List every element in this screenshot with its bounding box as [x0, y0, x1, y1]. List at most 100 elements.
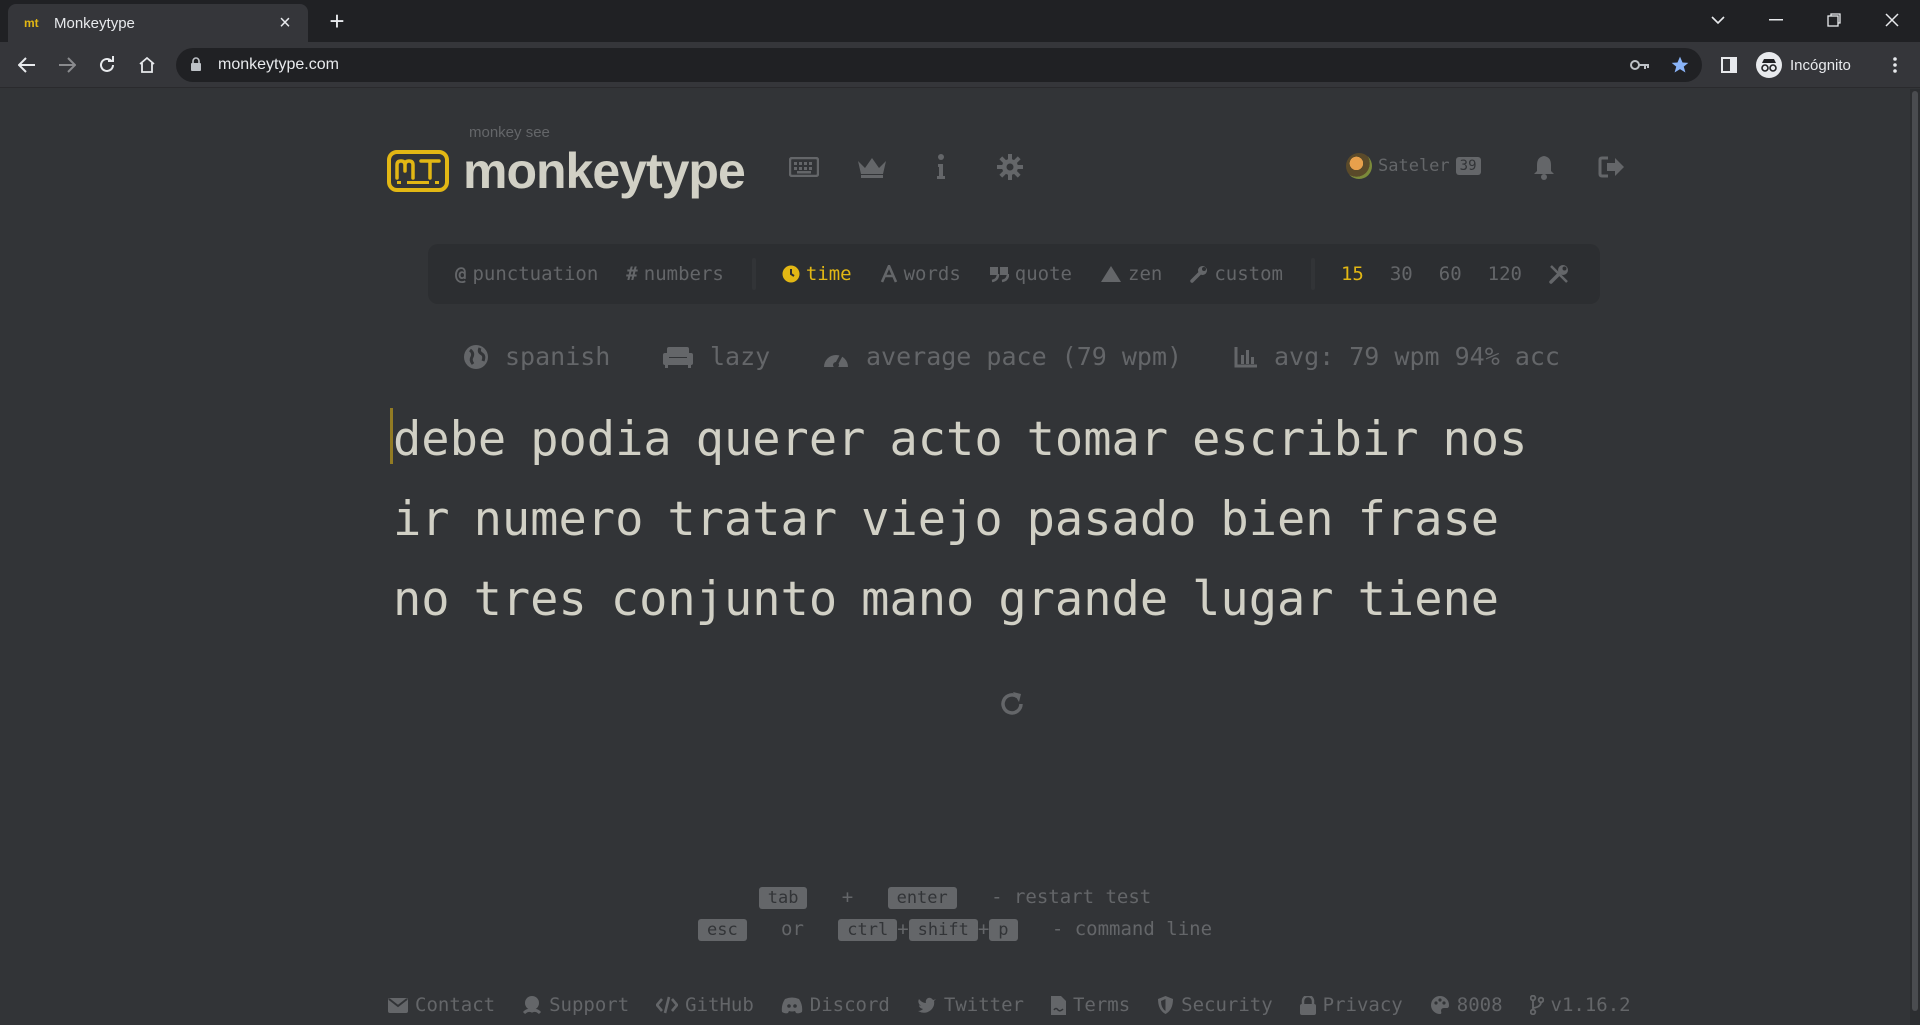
- punctuation-label: punctuation: [472, 263, 599, 285]
- browser-tab[interactable]: mt Monkeytype ×: [8, 4, 308, 42]
- footer-github[interactable]: GitHub: [656, 994, 754, 1016]
- mode-quote[interactable]: quote: [989, 263, 1072, 285]
- discord-icon: [781, 997, 802, 1013]
- page-scrollbar[interactable]: [1910, 89, 1920, 1025]
- numbers-toggle[interactable]: # numbers: [626, 263, 724, 285]
- word: numero: [473, 492, 644, 547]
- word: conjunto: [610, 572, 838, 627]
- code-icon: [656, 996, 679, 1014]
- level-badge: 39: [1455, 157, 1481, 175]
- url-text[interactable]: monkeytype.com: [218, 56, 339, 74]
- word: tres: [473, 572, 587, 627]
- gear-icon[interactable]: [993, 152, 1027, 182]
- incognito-icon: [1756, 52, 1782, 78]
- bell-icon[interactable]: [1527, 152, 1561, 182]
- lazy-mode-button[interactable]: lazy: [662, 342, 770, 371]
- footer-github-label: GitHub: [685, 994, 754, 1016]
- keyboard-icon[interactable]: [787, 152, 821, 182]
- forward-icon[interactable]: [52, 50, 82, 80]
- words-area[interactable]: debe podia querer acto tomar escribir nos ir nu…: [390, 400, 1633, 640]
- mode-custom[interactable]: custom: [1190, 263, 1283, 285]
- footer-security[interactable]: Security: [1157, 994, 1273, 1016]
- code-branch-icon: [1529, 995, 1544, 1015]
- sign-out-icon[interactable]: [1595, 152, 1629, 182]
- footer-contact-label: Contact: [415, 994, 496, 1016]
- words-line: no tres conjunto mano grande lugar tiene: [393, 560, 1633, 640]
- footer-contact[interactable]: Contact: [388, 994, 495, 1016]
- tab-close-icon[interactable]: ×: [274, 12, 296, 35]
- plus-text: +: [977, 918, 990, 940]
- time-30[interactable]: 30: [1390, 263, 1413, 285]
- footer-terms[interactable]: Terms: [1050, 994, 1130, 1016]
- footer-theme[interactable]: 8008: [1430, 994, 1503, 1016]
- tab-search-icon[interactable]: [1690, 0, 1746, 40]
- caret: [390, 408, 393, 464]
- word: bien: [1220, 492, 1334, 547]
- home-icon[interactable]: [132, 50, 162, 80]
- mode-custom-label: custom: [1214, 263, 1283, 285]
- close-window-icon[interactable]: [1864, 0, 1920, 40]
- key-icon[interactable]: [1630, 57, 1650, 76]
- footer-version[interactable]: v1.16.2: [1529, 994, 1631, 1016]
- address-bar[interactable]: monkeytype.com: [176, 48, 1702, 82]
- footer-version-label: v1.16.2: [1550, 994, 1631, 1016]
- twitter-icon: [917, 997, 936, 1013]
- lock-icon: [1299, 995, 1316, 1015]
- restart-test-icon[interactable]: [998, 690, 1028, 720]
- wrench-icon: [1190, 266, 1208, 283]
- command-line-hint-text: - command line: [1051, 918, 1213, 940]
- time-15[interactable]: 15: [1341, 263, 1364, 285]
- pace-caret-button[interactable]: average pace (79 wpm): [822, 342, 1182, 371]
- bookmark-star-icon[interactable]: [1670, 55, 1690, 79]
- key-ctrl: ctrl: [838, 919, 898, 941]
- footer: Contact Support GitHub Discord Twitter T…: [388, 994, 1658, 1016]
- browser-menu-icon[interactable]: [1880, 50, 1910, 80]
- mountain-icon: [1101, 266, 1121, 282]
- or-text: or: [781, 918, 804, 940]
- lock-icon[interactable]: [190, 57, 202, 76]
- new-tab-icon[interactable]: +: [322, 6, 352, 36]
- divider: [751, 258, 756, 290]
- footer-support-label: Support: [549, 994, 630, 1016]
- back-icon[interactable]: [12, 50, 42, 80]
- divider: [1310, 258, 1315, 290]
- time-60[interactable]: 60: [1439, 263, 1462, 285]
- time-120[interactable]: 120: [1488, 263, 1522, 285]
- word: tratar: [667, 492, 838, 547]
- footer-twitter[interactable]: Twitter: [917, 994, 1024, 1016]
- footer-support[interactable]: Support: [522, 994, 629, 1016]
- custom-time-tools-icon[interactable]: [1548, 263, 1570, 285]
- key-tab: tab: [758, 887, 808, 909]
- reload-icon[interactable]: [92, 50, 122, 80]
- word: pasado: [1026, 492, 1197, 547]
- footer-discord[interactable]: Discord: [781, 994, 890, 1016]
- mode-zen[interactable]: zen: [1100, 263, 1162, 285]
- globe-icon: [464, 344, 488, 369]
- account-button[interactable]: Sateler 39: [1346, 153, 1481, 179]
- footer-privacy[interactable]: Privacy: [1299, 994, 1403, 1016]
- logo[interactable]: monkey see monkeytype: [387, 124, 746, 196]
- profile-label: Incógnito: [1790, 56, 1851, 74]
- word: tomar: [1026, 412, 1169, 467]
- language-button[interactable]: spanish: [463, 342, 610, 371]
- key-shift: shift: [908, 919, 978, 941]
- word: viejo: [861, 492, 1003, 547]
- donate-icon: [523, 996, 542, 1015]
- mode-words[interactable]: words: [880, 263, 961, 285]
- side-panel-icon[interactable]: [1714, 50, 1744, 80]
- average-button[interactable]: avg: 79 wpm 94% acc: [1234, 342, 1560, 371]
- mode-time[interactable]: time: [782, 263, 852, 285]
- punctuation-toggle[interactable]: @ punctuation: [455, 263, 598, 285]
- word: lugar: [1192, 572, 1334, 627]
- shield-icon: [1158, 996, 1174, 1014]
- info-icon[interactable]: [924, 152, 958, 182]
- word: podia: [530, 412, 672, 467]
- minimize-icon[interactable]: [1748, 0, 1804, 40]
- footer-theme-label: 8008: [1456, 994, 1503, 1016]
- crown-icon[interactable]: [855, 152, 889, 182]
- at-icon: @: [455, 263, 467, 285]
- words-line: ir numero tratar viejo pasado bien frase: [393, 480, 1633, 560]
- word: ir: [393, 492, 450, 547]
- incognito-profile[interactable]: Incógnito: [1756, 49, 1851, 81]
- restore-icon[interactable]: [1806, 0, 1862, 40]
